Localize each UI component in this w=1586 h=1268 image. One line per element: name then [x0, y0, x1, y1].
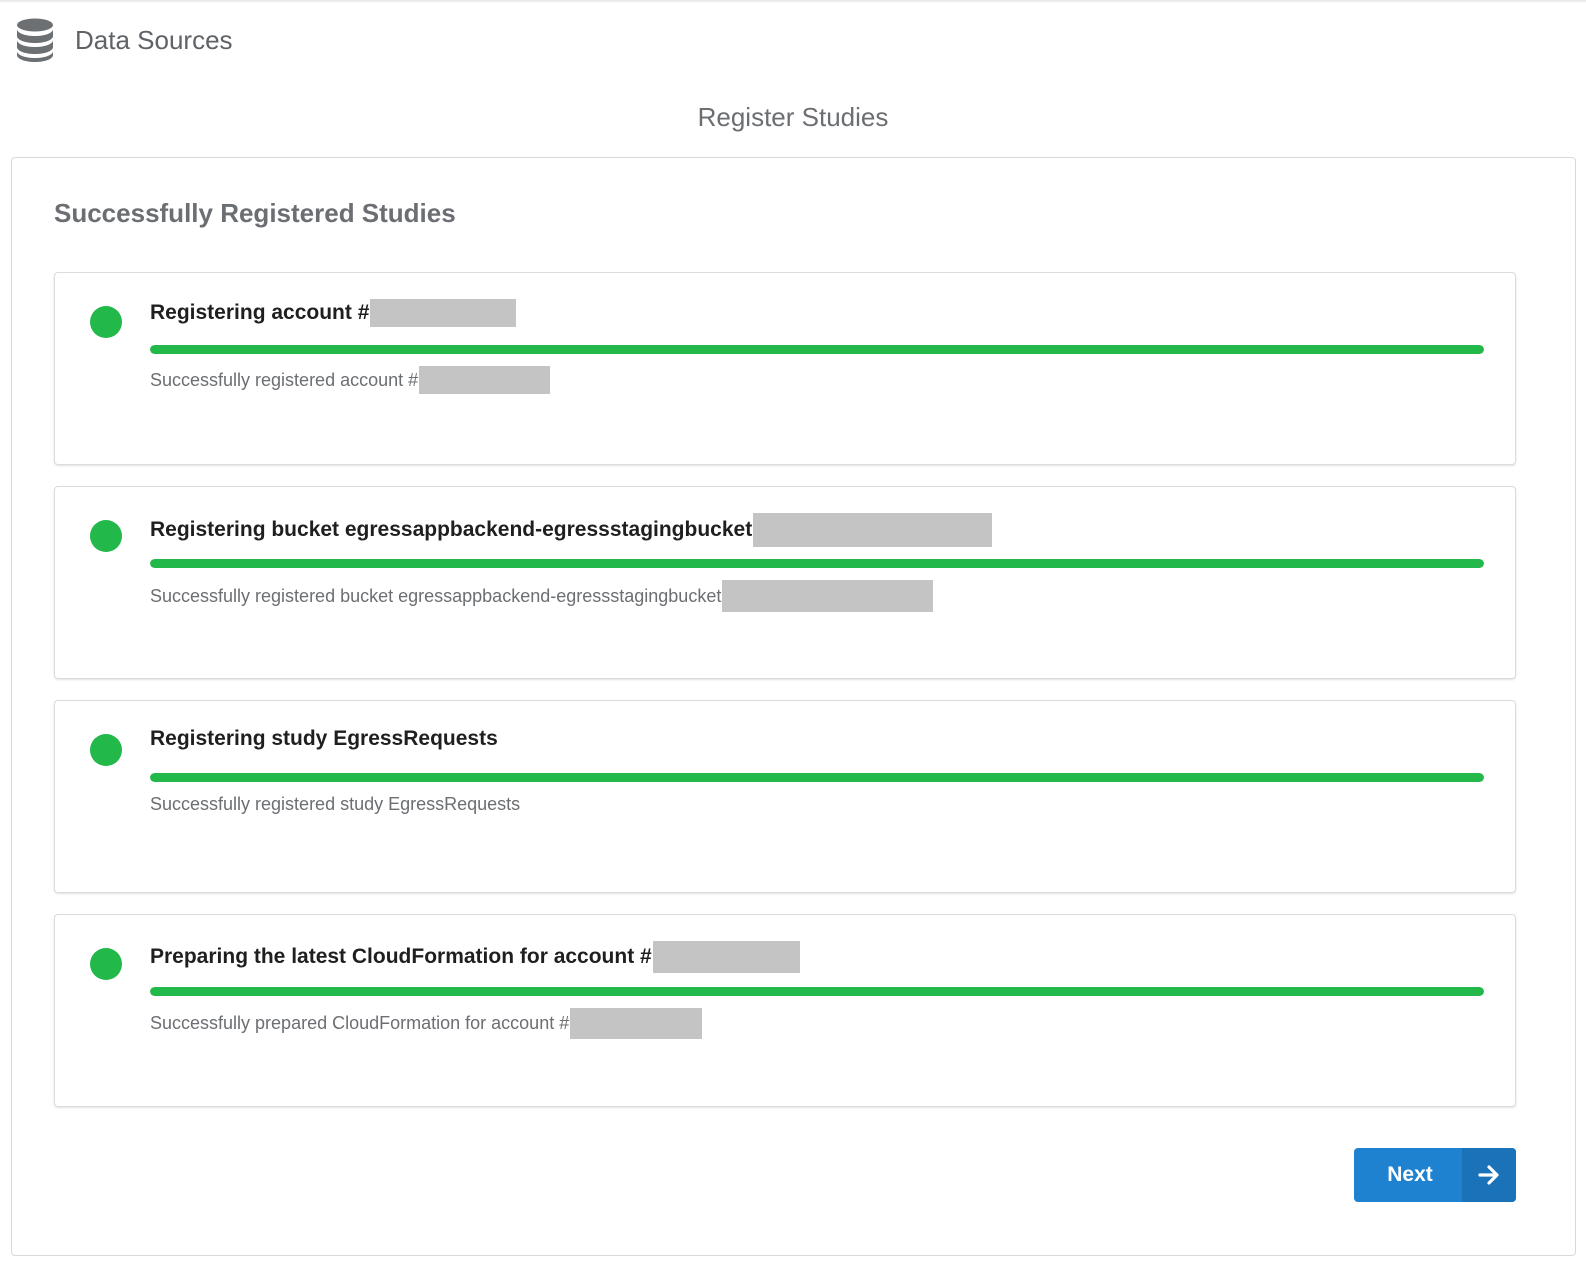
step-status: Successfully registered bucket egressapp…	[150, 580, 934, 612]
success-status-dot	[90, 734, 122, 766]
app-header: Data Sources	[16, 14, 233, 66]
step-title: Registering account #	[150, 299, 517, 327]
progress-fill	[150, 345, 1484, 354]
redacted-account-id	[570, 1008, 703, 1039]
progress-bar	[150, 345, 1484, 354]
progress-fill	[150, 773, 1484, 782]
step-status-text: Successfully prepared CloudFormation for…	[150, 1013, 570, 1033]
progress-bar	[150, 987, 1484, 996]
progress-bar	[150, 559, 1484, 568]
step-title: Registering study EgressRequests	[150, 727, 498, 751]
next-button-icon-area	[1462, 1148, 1516, 1202]
header-title: Data Sources	[75, 24, 233, 55]
step-title-text: Registering account #	[150, 301, 370, 324]
redacted-bucket-suffix	[722, 580, 934, 612]
step-title-text: Registering study EgressRequests	[150, 727, 498, 750]
step-card-register-account: Registering account # Successfully regis…	[54, 272, 1516, 465]
step-title: Preparing the latest CloudFormation for …	[150, 941, 800, 973]
redacted-account-id	[370, 299, 517, 327]
redacted-bucket-suffix	[753, 513, 993, 547]
next-button[interactable]: Next	[1354, 1148, 1516, 1202]
step-status: Successfully registered account #	[150, 366, 551, 394]
step-status: Successfully registered study EgressRequ…	[150, 794, 520, 815]
next-button-label: Next	[1387, 1163, 1433, 1186]
progress-fill	[150, 559, 1484, 568]
top-divider	[0, 0, 1586, 3]
database-icon	[17, 18, 53, 62]
step-card-prepare-cloudformation: Preparing the latest CloudFormation for …	[54, 914, 1516, 1107]
progress-fill	[150, 987, 1484, 996]
success-status-dot	[90, 520, 122, 552]
redacted-account-id	[652, 941, 800, 973]
step-card-register-study: Registering study EgressRequests Success…	[54, 700, 1516, 893]
step-status-text: Successfully registered study EgressRequ…	[150, 794, 521, 814]
step-title-text: Registering bucket egressappbackend-egre…	[150, 518, 753, 541]
step-status: Successfully prepared CloudFormation for…	[150, 1008, 703, 1039]
page-title: Register Studies	[697, 102, 889, 132]
step-title: Registering bucket egressappbackend-egre…	[150, 513, 993, 547]
step-title-text: Preparing the latest CloudFormation for …	[150, 945, 652, 968]
success-status-dot	[90, 306, 122, 338]
step-card-register-bucket: Registering bucket egressappbackend-egre…	[54, 486, 1516, 679]
registration-panel: Successfully Registered Studies Register…	[11, 157, 1576, 1256]
section-title: Successfully Registered Studies	[54, 198, 456, 228]
step-status-text: Successfully registered account #	[150, 369, 419, 390]
redacted-account-id	[419, 366, 551, 394]
success-status-dot	[90, 948, 122, 980]
step-status-text: Successfully registered bucket egressapp…	[150, 585, 722, 606]
arrow-right-icon	[1478, 1165, 1499, 1185]
progress-bar	[150, 773, 1484, 782]
